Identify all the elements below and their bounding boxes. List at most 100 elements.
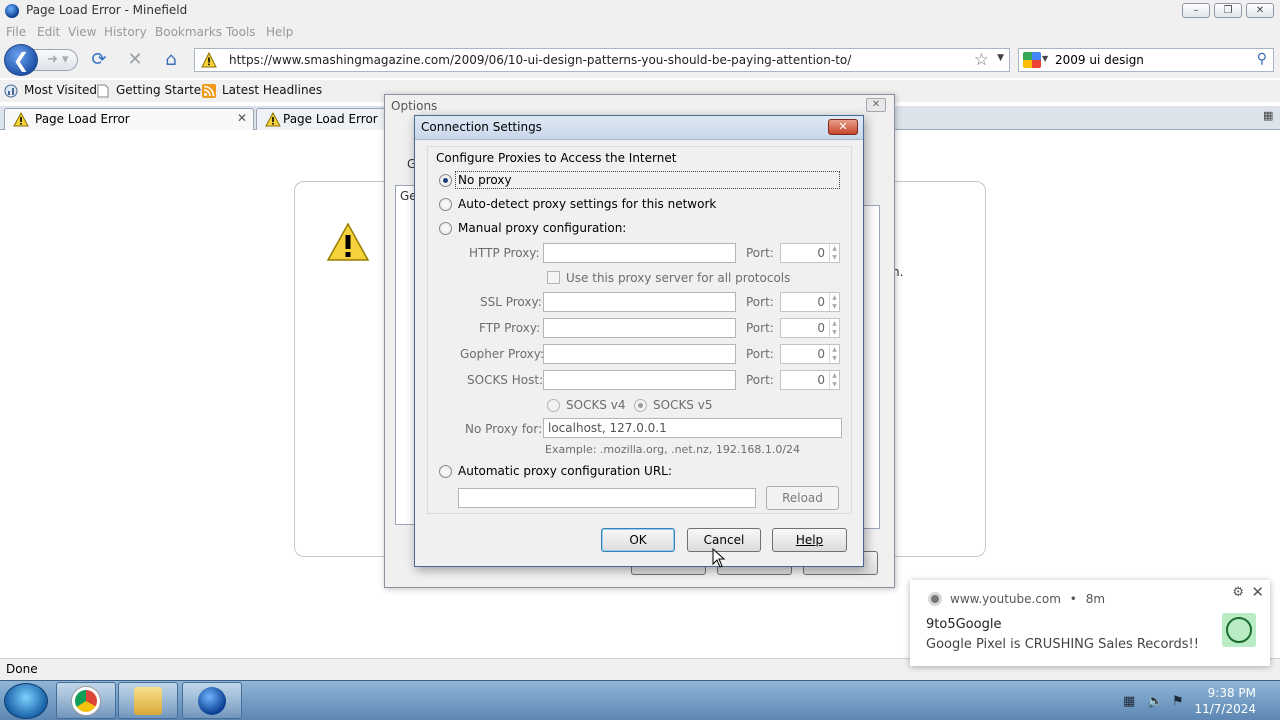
chrome-icon xyxy=(72,687,100,715)
search-input[interactable]: 2009 ui design xyxy=(1055,53,1144,67)
help-button[interactable]: Help xyxy=(772,528,847,552)
most-visited-icon xyxy=(4,84,18,98)
menu-view[interactable]: View xyxy=(68,25,96,39)
bookmark-getting-started[interactable]: Getting Started xyxy=(116,83,209,97)
ssl-proxy-input[interactable] xyxy=(543,292,736,312)
menu-history[interactable]: History xyxy=(104,25,147,39)
stop-icon[interactable]: ✕ xyxy=(124,50,146,70)
options-close-button[interactable]: ✕ xyxy=(866,98,886,112)
reload-icon[interactable]: ⟳ xyxy=(88,50,110,70)
close-icon[interactable]: ✕ xyxy=(1251,583,1264,601)
menu-tools[interactable]: Tools xyxy=(226,25,256,39)
ftp-proxy-input[interactable] xyxy=(543,318,736,338)
forward-button[interactable]: ➜ ▾ xyxy=(32,49,78,71)
manual-proxy-radio[interactable] xyxy=(439,222,452,235)
list-all-tabs-icon[interactable]: ▦ xyxy=(1263,109,1277,125)
clock-date: 11/7/2024 xyxy=(1194,702,1256,716)
mouse-cursor-icon xyxy=(712,548,726,568)
menu-help[interactable]: Help xyxy=(266,25,293,39)
auto-url-input[interactable] xyxy=(458,488,756,508)
socks-v4-radio[interactable] xyxy=(547,399,560,412)
gopher-port-label: Port: xyxy=(746,347,774,361)
gear-icon[interactable]: ⚙ xyxy=(1232,585,1244,600)
warning-icon xyxy=(201,52,217,68)
taskbar-clock[interactable]: 9:38 PM 11/7/2024 xyxy=(1194,685,1256,717)
no-proxy-label[interactable]: No proxy xyxy=(458,173,512,187)
no-proxy-for-input[interactable]: localhost, 127.0.0.1 xyxy=(543,418,842,438)
close-window-button[interactable]: ✕ xyxy=(1246,3,1274,18)
tab-page-load-error-1[interactable]: Page Load Error ✕ xyxy=(4,108,254,130)
socks-host-input[interactable] xyxy=(543,370,736,390)
http-port-input[interactable]: 0 ▲ ▼ xyxy=(780,243,840,263)
spinner-icon[interactable]: ▲ ▼ xyxy=(829,293,839,311)
no-proxy-radio[interactable] xyxy=(439,174,452,187)
reload-button[interactable]: Reload xyxy=(766,486,839,510)
engine-dropdown-icon[interactable]: ▼ xyxy=(1042,54,1048,63)
clock-icon xyxy=(1222,613,1256,647)
url-bar[interactable]: https://www.smashingmagazine.com/2009/06… xyxy=(194,48,1010,72)
search-icon[interactable]: ⚲ xyxy=(1257,51,1267,67)
url-text[interactable]: https://www.smashingmagazine.com/2009/06… xyxy=(229,53,851,67)
network-icon[interactable]: ▦ xyxy=(1123,694,1135,709)
action-center-flag-icon[interactable]: ⚑ xyxy=(1172,694,1184,709)
ftp-port-input[interactable]: 0 ▲ ▼ xyxy=(780,318,840,338)
spinner-icon[interactable]: ▲ ▼ xyxy=(829,319,839,337)
menu-bookmarks[interactable]: Bookmarks xyxy=(155,25,222,39)
menu-edit[interactable]: Edit xyxy=(37,25,60,39)
auto-detect-radio[interactable] xyxy=(439,198,452,211)
dialog-title-bar: Connection Settings ✕ xyxy=(415,116,863,140)
bookmark-most-visited[interactable]: Most Visited xyxy=(24,83,97,97)
notification-toast[interactable]: www.youtube.com • 8m ⚙ ✕ 9to5Google Goog… xyxy=(910,580,1270,666)
ok-button[interactable]: OK xyxy=(601,528,675,552)
gopher-port-input[interactable]: 0 ▲ ▼ xyxy=(780,344,840,364)
taskbar-explorer[interactable] xyxy=(118,682,178,719)
close-tab-icon[interactable]: ✕ xyxy=(237,111,247,125)
taskbar: ▦ 🔈 ⚑ 9:38 PM 11/7/2024 xyxy=(0,680,1280,720)
tab-label: Page Load Error xyxy=(35,112,130,126)
taskbar-firefox[interactable] xyxy=(182,682,242,719)
bookmark-latest-headlines[interactable]: Latest Headlines xyxy=(222,83,322,97)
menu-file[interactable]: File xyxy=(6,25,26,39)
proxy-group-label: Configure Proxies to Access the Internet xyxy=(436,151,677,165)
focus-rect xyxy=(455,171,840,189)
manual-proxy-label[interactable]: Manual proxy configuration: xyxy=(458,221,626,235)
google-engine-icon[interactable] xyxy=(1023,52,1041,68)
http-proxy-input[interactable] xyxy=(543,243,736,263)
window-title: Page Load Error - Minefield xyxy=(26,3,188,17)
gopher-proxy-input[interactable] xyxy=(543,344,736,364)
ssl-port-input[interactable]: 0 ▲ ▼ xyxy=(780,292,840,312)
clock-time: 9:38 PM xyxy=(1207,686,1256,700)
ssl-port-label: Port: xyxy=(746,295,774,309)
minimize-button[interactable]: – xyxy=(1182,3,1210,18)
no-proxy-example: Example: .mozilla.org, .net.nz, 192.168.… xyxy=(545,443,801,456)
auto-url-label[interactable]: Automatic proxy configuration URL: xyxy=(458,464,672,478)
bookmark-star-icon[interactable]: ☆ xyxy=(974,50,989,70)
search-bar[interactable]: ▼ 2009 ui design ⚲ xyxy=(1018,48,1274,72)
close-icon[interactable]: ✕ xyxy=(828,119,858,135)
home-icon[interactable]: ⌂ xyxy=(160,50,182,70)
volume-muted-icon[interactable]: 🔈 xyxy=(1147,694,1163,709)
socks-v5-radio[interactable] xyxy=(634,399,647,412)
maximize-button[interactable]: ❐ xyxy=(1214,3,1242,18)
url-dropdown-icon[interactable]: ▼ xyxy=(997,53,1004,63)
spinner-icon[interactable]: ▲ ▼ xyxy=(829,244,839,262)
tab-label: Page Load Error xyxy=(283,112,378,126)
auto-detect-label[interactable]: Auto-detect proxy settings for this netw… xyxy=(458,197,716,211)
notification-source: www.youtube.com • 8m xyxy=(950,592,1106,606)
rss-feed-icon xyxy=(202,84,216,98)
use-for-all-checkbox[interactable] xyxy=(547,271,560,284)
socks-port-input[interactable]: 0 ▲ ▼ xyxy=(780,370,840,390)
spinner-icon[interactable]: ▲ ▼ xyxy=(829,345,839,363)
auto-url-radio[interactable] xyxy=(439,465,452,478)
folder-icon xyxy=(134,687,162,715)
socks-port-label: Port: xyxy=(746,373,774,387)
taskbar-chrome[interactable] xyxy=(56,682,116,719)
tab-page-load-error-2[interactable]: Page Load Error xyxy=(256,108,386,130)
socks-host-label: SOCKS Host: xyxy=(467,373,544,387)
firefox-icon xyxy=(5,4,19,18)
back-button[interactable]: ❮ xyxy=(4,44,38,76)
start-button[interactable] xyxy=(4,683,48,719)
notification-title: 9to5Google xyxy=(926,617,1002,632)
spinner-icon[interactable]: ▲ ▼ xyxy=(829,371,839,389)
connection-settings-dialog: Connection Settings ✕ Configure Proxies … xyxy=(414,115,864,568)
